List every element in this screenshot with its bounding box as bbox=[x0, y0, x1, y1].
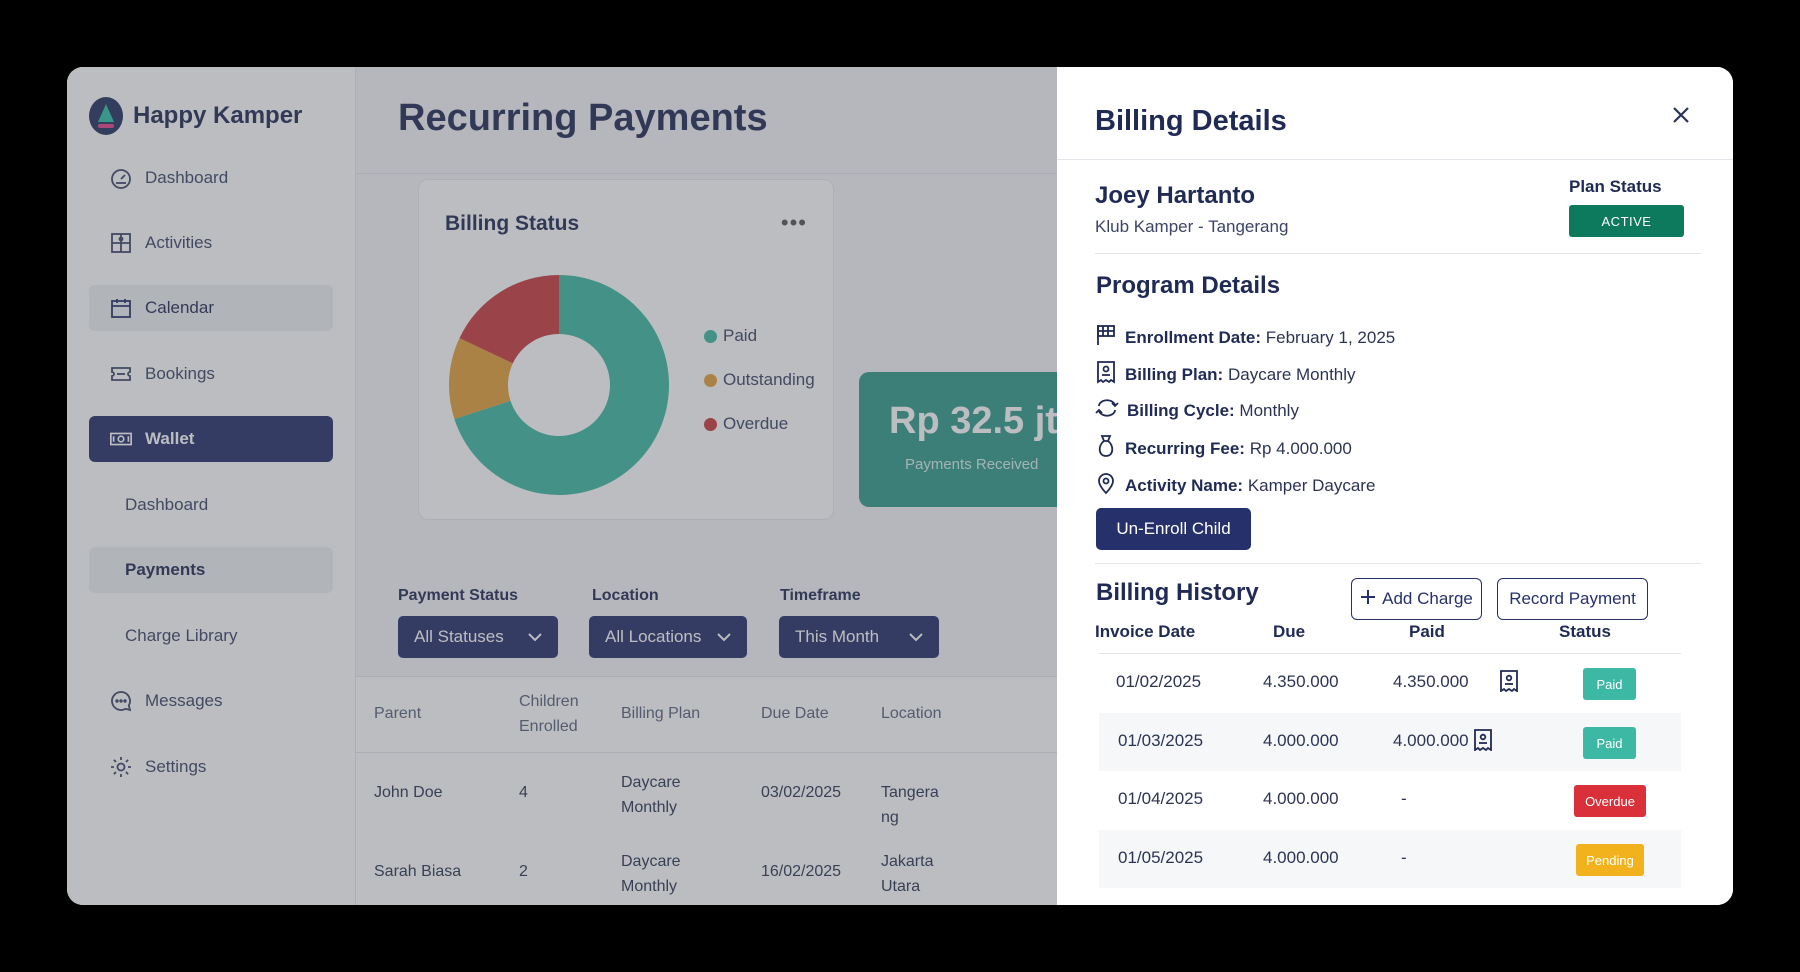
cell-due: 4.000.000 bbox=[1263, 789, 1339, 808]
column-header: Paid bbox=[1409, 622, 1445, 641]
divider bbox=[1057, 159, 1733, 160]
cell-invoice-date: 01/02/2025 bbox=[1116, 672, 1202, 691]
billing-history-row: 01/05/2025 4.000.000 - Pending bbox=[1099, 830, 1681, 888]
billing-details-drawer: Billing Details Joey Hartanto Klub Kampe… bbox=[1057, 67, 1733, 905]
status-badge: Paid bbox=[1583, 727, 1636, 759]
cell-due: 4.350.000 bbox=[1263, 672, 1339, 691]
plus-icon bbox=[1360, 589, 1376, 610]
cell-invoice-date: 01/04/2025 bbox=[1118, 789, 1204, 808]
divider bbox=[1095, 253, 1701, 254]
detail-value: Rp 4.000.000 bbox=[1249, 438, 1352, 458]
cycle-arrows-icon bbox=[1095, 397, 1119, 424]
billing-history-row: 01/04/2025 4.000.000 - Overdue bbox=[1099, 771, 1681, 829]
detail-activity-name: Activity Name: Kamper Daycare bbox=[1095, 471, 1375, 500]
billing-history-title: Billing History bbox=[1096, 579, 1259, 606]
detail-enrollment-date: Enrollment Date: February 1, 2025 bbox=[1095, 323, 1395, 352]
program-details-title: Program Details bbox=[1096, 272, 1281, 299]
modal-backdrop[interactable] bbox=[67, 67, 1125, 905]
detail-label: Enrollment Date: bbox=[1125, 327, 1262, 347]
drawer-title: Billing Details bbox=[1095, 105, 1287, 137]
cell-invoice-date: 01/03/2025 bbox=[1118, 731, 1204, 750]
cell-paid: 4.350.000 bbox=[1393, 672, 1469, 691]
location-pin-icon bbox=[1095, 471, 1117, 500]
detail-recurring-fee: Recurring Fee: Rp 4.000.000 bbox=[1095, 434, 1352, 463]
detail-value: Kamper Daycare bbox=[1247, 475, 1376, 495]
detail-label: Billing Plan: bbox=[1125, 364, 1224, 384]
column-header: Invoice Date bbox=[1095, 622, 1196, 641]
billing-history-row: 01/02/2025 4.350.000 4.350.000 Paid bbox=[1099, 654, 1681, 712]
status-badge: Pending bbox=[1576, 844, 1644, 876]
billing-history-row: 01/03/2025 4.000.000 4.000.000 Paid bbox=[1099, 713, 1681, 771]
detail-billing-plan: Billing Plan: Daycare Monthly bbox=[1095, 360, 1356, 389]
child-name: Joey Hartanto bbox=[1095, 182, 1256, 209]
record-payment-button[interactable]: Record Payment bbox=[1497, 578, 1648, 620]
cell-paid: - bbox=[1401, 848, 1407, 867]
detail-label: Recurring Fee: bbox=[1125, 438, 1245, 458]
button-label: Add Charge bbox=[1382, 589, 1473, 608]
detail-label: Activity Name: bbox=[1125, 475, 1244, 495]
child-location: Klub Kamper - Tangerang bbox=[1095, 217, 1289, 236]
receipt-icon[interactable] bbox=[1473, 729, 1493, 756]
receipt-icon[interactable] bbox=[1499, 670, 1519, 697]
money-bag-icon bbox=[1095, 434, 1117, 463]
cell-due: 4.000.000 bbox=[1263, 848, 1339, 867]
flag-grid-icon bbox=[1095, 323, 1117, 352]
add-charge-button[interactable]: Add Charge bbox=[1351, 578, 1482, 620]
detail-value: February 1, 2025 bbox=[1265, 327, 1396, 347]
close-icon[interactable] bbox=[1669, 103, 1693, 127]
column-header: Status bbox=[1559, 622, 1611, 641]
status-badge: Overdue bbox=[1574, 785, 1646, 817]
unenroll-child-button[interactable]: Un-Enroll Child bbox=[1096, 508, 1251, 550]
detail-label: Billing Cycle: bbox=[1127, 400, 1235, 420]
detail-billing-cycle: Billing Cycle: Monthly bbox=[1095, 397, 1299, 424]
column-header: Due bbox=[1273, 622, 1306, 641]
app-window: Happy Kamper Dashboard Activities Calend… bbox=[67, 67, 1733, 905]
receipt-icon bbox=[1095, 360, 1117, 389]
status-badge: Paid bbox=[1583, 668, 1636, 700]
cell-paid: - bbox=[1401, 789, 1407, 808]
cell-paid: 4.000.000 bbox=[1393, 731, 1469, 750]
divider bbox=[1095, 563, 1701, 564]
plan-status-label: Plan Status bbox=[1569, 177, 1662, 196]
detail-value: Monthly bbox=[1239, 400, 1299, 420]
cell-invoice-date: 01/05/2025 bbox=[1118, 848, 1204, 867]
detail-value: Daycare Monthly bbox=[1227, 364, 1356, 384]
plan-status-badge: ACTIVE bbox=[1569, 205, 1684, 237]
cell-due: 4.000.000 bbox=[1263, 731, 1339, 750]
